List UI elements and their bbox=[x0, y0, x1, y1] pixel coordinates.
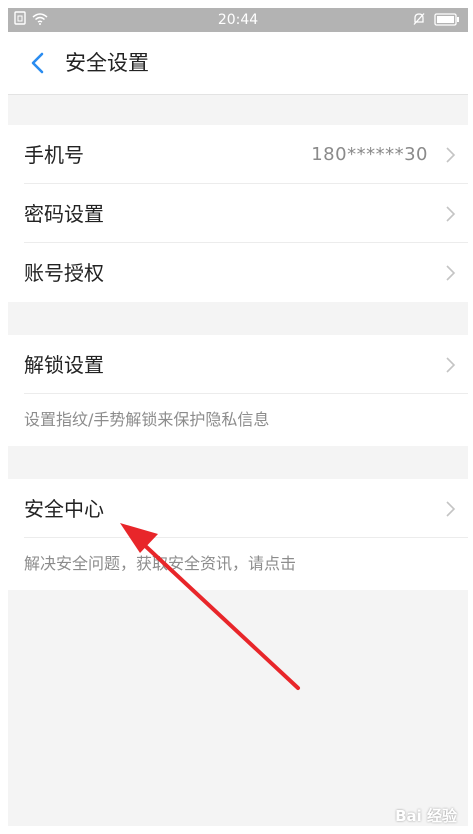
security-center-row[interactable]: 安全中心 bbox=[8, 479, 468, 538]
security-center-label: 安全中心 bbox=[24, 496, 104, 521]
chevron-right-icon bbox=[446, 206, 456, 222]
phone-number-label: 手机号 bbox=[24, 142, 84, 167]
chevron-left-icon bbox=[31, 52, 44, 74]
unlock-settings-label: 解锁设置 bbox=[24, 352, 104, 377]
unlock-settings-row[interactable]: 解锁设置 bbox=[8, 335, 468, 394]
status-right-icons bbox=[412, 12, 460, 26]
account-authorization-row[interactable]: 账号授权 bbox=[8, 243, 468, 302]
chevron-right-icon bbox=[446, 147, 456, 163]
status-bar: 20:44 bbox=[8, 8, 468, 32]
account-settings-group: 手机号 180******30 密码设置 账号授权 bbox=[8, 125, 468, 302]
header-bar: 安全设置 bbox=[8, 32, 468, 95]
account-authorization-label: 账号授权 bbox=[24, 260, 104, 285]
phone-number-row[interactable]: 手机号 180******30 bbox=[8, 125, 468, 184]
password-settings-row[interactable]: 密码设置 bbox=[8, 184, 468, 243]
security-center-group: 安全中心 解决安全问题，获取安全资讯，请点击 bbox=[8, 479, 468, 590]
silent-bell-icon bbox=[413, 13, 425, 25]
password-settings-label: 密码设置 bbox=[24, 201, 104, 226]
phone-screen: 20:44 安全设置 手机号 180******30 密码设置 账号授权 解锁设… bbox=[8, 8, 468, 826]
phone-number-value: 180******30 bbox=[311, 143, 428, 165]
unlock-settings-description: 设置指纹/手势解锁来保护隐私信息 bbox=[24, 410, 270, 429]
unlock-settings-group: 解锁设置 设置指纹/手势解锁来保护隐私信息 bbox=[8, 335, 468, 446]
security-center-description: 解决安全问题，获取安全资讯，请点击 bbox=[24, 554, 297, 573]
chevron-right-icon bbox=[446, 357, 456, 373]
watermark: Bai 经验 bbox=[395, 807, 457, 825]
battery-icon bbox=[434, 12, 459, 26]
chevron-right-icon bbox=[446, 501, 456, 517]
page-title: 安全设置 bbox=[65, 51, 149, 75]
chevron-right-icon bbox=[446, 265, 456, 281]
back-button[interactable] bbox=[24, 50, 50, 76]
status-time: 20:44 bbox=[217, 12, 259, 28]
